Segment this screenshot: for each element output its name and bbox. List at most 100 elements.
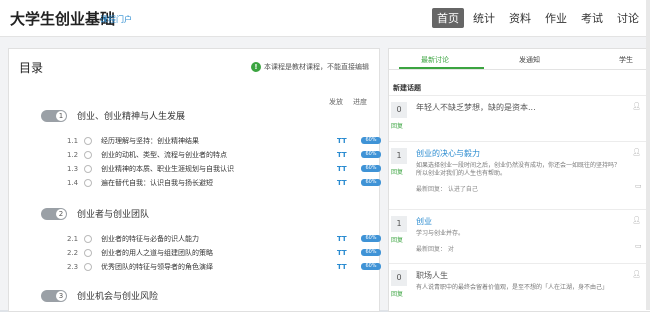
topic-item[interactable]: 1 回复 创业 学习与创业并存。 最新回复： 对 👤︎ ▭ [389, 209, 650, 260]
section-row[interactable]: 2.2 创业者的用人之道与组建团队的策略 TT 60% [67, 246, 387, 259]
column-progress-header: 进度 [353, 98, 367, 106]
section-row[interactable]: 1.2 创业的动机、类型、流程与创业者的特点 TT 60% [67, 148, 387, 161]
section-name[interactable]: 经历理解与坚持：创业精神结果 [101, 136, 311, 146]
topic-title[interactable]: 创业 [416, 216, 432, 227]
publish-icon[interactable]: TT [337, 263, 347, 271]
info-icon: ! [251, 62, 261, 72]
topic-title[interactable]: 年轻人不缺乏梦想，缺的是资本... [416, 102, 536, 113]
topic-excerpt: 如果选择创业一段时间之后，创业仍然没有成功，你还会一如既往的坚持吗？所以创业对我… [416, 162, 621, 177]
section-status-circle [84, 164, 92, 173]
top-nav: 首页 统计 资料 作业 考试 讨论 [432, 8, 644, 28]
progress-badge: 60% [361, 165, 381, 172]
discussion-panel: 最新讨论 发通知 学生 新建话题 0 回复 年轻人不缺乏梦想，缺的是资本... … [388, 48, 650, 312]
tab-latest-discussion[interactable]: 最新讨论 [421, 55, 449, 65]
user-icon: 👤︎ [632, 148, 641, 156]
discussion-tabs: 最新讨论 发通知 学生 [389, 49, 650, 70]
section-number: 1.3 [67, 164, 79, 173]
chapter-number: 1 [56, 110, 66, 121]
reply-label[interactable]: 回复 [391, 289, 403, 298]
section-name[interactable]: 创业的动机、类型、流程与创业者的特点 [101, 150, 311, 160]
section-row[interactable]: 1.1 经历理解与坚持：创业精神结果 TT 60% [67, 134, 387, 147]
chapter-name: 创业、创业精神与人生发展 [77, 112, 186, 122]
catalog-title: 目录 [19, 61, 44, 75]
progress-badge: 60% [361, 137, 381, 144]
section-row[interactable]: 1.3 创业精神的本质、职业生涯规划与自我认识 TT 60% [67, 162, 387, 175]
chapter-number: 3 [56, 290, 66, 301]
publish-icon[interactable]: TT [337, 179, 347, 187]
reply-label[interactable]: 回复 [391, 235, 403, 244]
reply-count: 1 [391, 148, 407, 164]
progress-badge: 60% [361, 151, 381, 158]
catalog-notice-text: 本课程是教材课程，不能直接编辑 [264, 63, 369, 71]
app-window: 大学生创业基础 课程门户 首页 统计 资料 作业 考试 讨论 目录 ! 本课程是… [0, 0, 650, 312]
catalog-notice: ! 本课程是教材课程，不能直接编辑 [251, 62, 369, 72]
reply-count: 1 [391, 216, 407, 232]
nav-home[interactable]: 首页 [432, 8, 464, 28]
section-name[interactable]: 优秀团队的特征与领导者的角色演绎 [101, 262, 311, 272]
section-row[interactable]: 2.1 创业者的特征与必备的识人能力 TT 60% [67, 232, 387, 245]
reply-count: 0 [391, 270, 407, 286]
progress-badge: 60% [361, 235, 381, 242]
section-name[interactable]: 创业者的特征与必备的识人能力 [101, 234, 311, 244]
section-row[interactable]: 2.3 优秀团队的特征与领导者的角色演绎 TT 60% [67, 260, 387, 273]
chapter-2[interactable]: 2 创业者与创业团队 [41, 207, 149, 220]
section-row[interactable]: 1.4 遍在替代自我：认识自我与扬长避短 TT 60% [67, 176, 387, 189]
topic-title[interactable]: 创业的决心与毅力 [416, 148, 480, 159]
page-scrollbar[interactable] [646, 0, 650, 310]
chapter-toggle[interactable]: 3 [41, 289, 67, 302]
chapter-toggle[interactable]: 2 [41, 207, 67, 220]
publish-icon[interactable]: TT [337, 151, 347, 159]
topic-item[interactable]: 1 回复 创业的决心与毅力 如果选择创业一段时间之后，创业仍然没有成功，你还会一… [389, 141, 650, 206]
section-number: 1.4 [67, 178, 79, 187]
topic-excerpt: 学习与创业并存。 [416, 230, 465, 237]
section-status-circle [84, 136, 92, 145]
topic-latest-reply: 最新回复： 认进了自己 [416, 186, 478, 193]
section-name[interactable]: 创业精神的本质、职业生涯规划与自我认识 [101, 164, 311, 174]
chapter-name: 创业者与创业团队 [77, 210, 150, 220]
user-icon: 👤︎ [632, 102, 641, 110]
topic-item[interactable]: 0 回复 年轻人不缺乏梦想，缺的是资本... 👤︎ [389, 95, 650, 136]
tab-send-notice[interactable]: 发通知 [519, 55, 540, 65]
progress-badge: 60% [361, 249, 381, 256]
section-number: 1.2 [67, 150, 79, 159]
comment-icon[interactable]: ▭ [635, 242, 642, 250]
comment-icon[interactable]: ▭ [635, 182, 642, 190]
catalog-panel: 目录 ! 本课程是教材课程，不能直接编辑 发放 进度 1 创业、创业精神与人生发… [8, 48, 381, 312]
new-topic-button[interactable]: 新建话题 [393, 83, 421, 93]
progress-badge: 60% [361, 263, 381, 270]
section-number: 2.2 [67, 248, 79, 257]
chapter-number: 2 [56, 208, 66, 219]
publish-icon[interactable]: TT [337, 249, 347, 257]
reply-label[interactable]: 回复 [391, 121, 403, 130]
section-status-circle [84, 234, 92, 243]
publish-icon[interactable]: TT [337, 235, 347, 243]
section-number: 2.1 [67, 234, 79, 243]
course-portal-link[interactable]: 课程门户 [100, 14, 132, 25]
section-status-circle [84, 262, 92, 271]
section-name[interactable]: 创业者的用人之道与组建团队的策略 [101, 248, 311, 258]
section-name[interactable]: 遍在替代自我：认识自我与扬长避短 [101, 178, 311, 188]
reply-count: 0 [391, 102, 407, 118]
nav-discussion[interactable]: 讨论 [612, 8, 644, 28]
tab-students[interactable]: 学生 [619, 55, 633, 65]
nav-materials[interactable]: 资料 [504, 8, 536, 28]
chapter-toggle[interactable]: 1 [41, 109, 67, 122]
nav-statistics[interactable]: 统计 [468, 8, 500, 28]
reply-label[interactable]: 回复 [391, 167, 403, 176]
progress-badge: 60% [361, 179, 381, 186]
topic-excerpt: 有人说青职中的最终会留着价值观，是至不想的「人在江湖，身不由己」 [416, 284, 609, 291]
topic-title[interactable]: 职场人生 [416, 270, 448, 281]
chapter-3[interactable]: 3 创业机会与创业风险 [41, 289, 158, 302]
active-tab-underline [399, 67, 484, 69]
publish-icon[interactable]: TT [337, 165, 347, 173]
nav-homework[interactable]: 作业 [540, 8, 572, 28]
section-number: 2.3 [67, 262, 79, 271]
publish-icon[interactable]: TT [337, 137, 347, 145]
chapter-name: 创业机会与创业风险 [77, 292, 159, 302]
header: 大学生创业基础 课程门户 首页 统计 资料 作业 考试 讨论 [0, 0, 650, 37]
user-icon: 👤︎ [632, 216, 641, 224]
nav-exams[interactable]: 考试 [576, 8, 608, 28]
topic-item[interactable]: 0 回复 职场人生 有人说青职中的最终会留着价值观，是至不想的「人在江湖，身不由… [389, 263, 650, 311]
chapter-1[interactable]: 1 创业、创业精神与人生发展 [41, 109, 185, 122]
user-icon: 👤︎ [632, 270, 641, 278]
